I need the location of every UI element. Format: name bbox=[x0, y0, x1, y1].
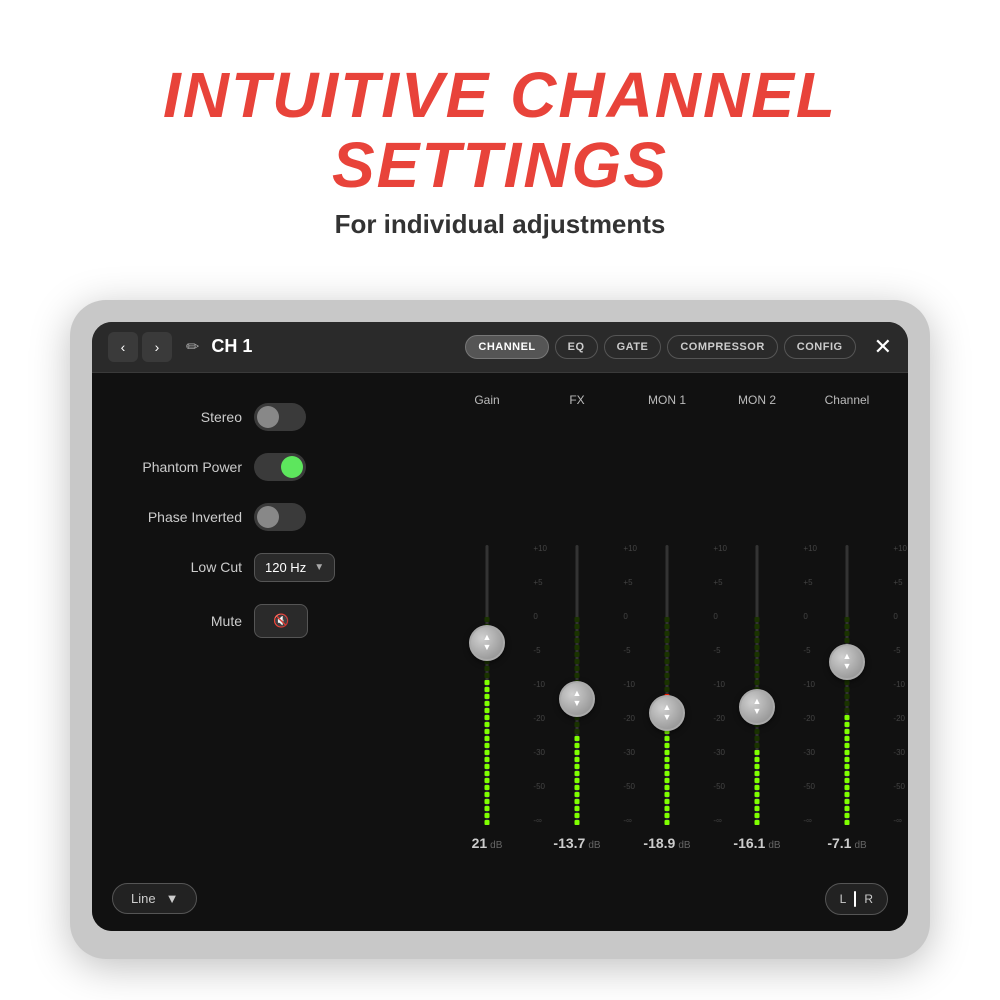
channel-name-label: CH 1 bbox=[211, 336, 455, 357]
left-panel: Stereo Phantom Power Phase Inverted bbox=[112, 393, 422, 853]
phantom-label: Phantom Power bbox=[112, 459, 242, 475]
faders-panel: Gain FX MON 1 MON 2 Channel +10+50-5-10-… bbox=[442, 393, 892, 853]
mute-button[interactable]: 🔇 bbox=[254, 604, 308, 638]
db-unit-1: dB bbox=[588, 840, 600, 851]
fader-col-2: +10+50-5-10-20-30-50-∞▲▼ bbox=[627, 545, 707, 825]
main-content: Stereo Phantom Power Phase Inverted bbox=[92, 373, 908, 873]
fader-label-fx: FX bbox=[537, 393, 617, 407]
line-label: Line bbox=[131, 891, 156, 906]
close-button[interactable]: ✕ bbox=[874, 334, 892, 360]
db-value-0: 21 bbox=[472, 835, 488, 851]
device-screen: ‹ › ✏ CH 1 CHANNEL EQ GATE COMPRESSOR CO… bbox=[92, 322, 908, 931]
fader-db-row: 21dB-13.7dB-18.9dB-16.1dB-7.1dB bbox=[442, 835, 892, 853]
db-unit-4: dB bbox=[854, 840, 866, 851]
fader-knob-2[interactable]: ▲▼ bbox=[649, 695, 685, 731]
fader-label-mon1: MON 1 bbox=[627, 393, 707, 407]
fader-col-0: +10+50-5-10-20-30-50-∞▲▼ bbox=[447, 545, 527, 825]
fader-label-mon2: MON 2 bbox=[717, 393, 797, 407]
faders-row: +10+50-5-10-20-30-50-∞▲▼+10+50-5-10-20-3… bbox=[442, 415, 892, 825]
page-header: INTUITIVE CHANNEL SETTINGS For individua… bbox=[0, 60, 1000, 240]
mute-icon: 🔇 bbox=[273, 613, 289, 629]
pan-line bbox=[854, 891, 856, 907]
pan-control[interactable]: L R bbox=[825, 883, 888, 915]
tab-compressor[interactable]: COMPRESSOR bbox=[667, 335, 777, 359]
back-button[interactable]: ‹ bbox=[108, 332, 138, 362]
fader-label-gain: Gain bbox=[447, 393, 527, 407]
line-dropdown-arrow-icon: ▼ bbox=[166, 891, 179, 906]
db-value-2: -18.9 bbox=[643, 835, 675, 851]
tab-group: CHANNEL EQ GATE COMPRESSOR CONFIG bbox=[465, 335, 855, 359]
fader-col-3: +10+50-5-10-20-30-50-∞▲▼ bbox=[717, 545, 797, 825]
fader-knob-0[interactable]: ▲▼ bbox=[469, 625, 505, 661]
fader-knob-4[interactable]: ▲▼ bbox=[829, 644, 865, 680]
db-value-4: -7.1 bbox=[827, 835, 851, 851]
db-col-1: -13.7dB bbox=[537, 835, 617, 853]
mute-control-row: Mute 🔇 bbox=[112, 604, 422, 638]
led-meter-1 bbox=[575, 617, 580, 825]
edit-icon[interactable]: ✏ bbox=[186, 337, 199, 357]
stereo-toggle[interactable] bbox=[254, 403, 306, 431]
db-value-1: -13.7 bbox=[553, 835, 585, 851]
db-col-4: -7.1dB bbox=[807, 835, 887, 853]
line-selector[interactable]: Line ▼ bbox=[112, 883, 197, 914]
fader-col-4: +10+50-5-10-20-30-50-∞▲▼ bbox=[807, 545, 887, 825]
db-unit-0: dB bbox=[490, 840, 502, 851]
tab-channel[interactable]: CHANNEL bbox=[465, 335, 548, 359]
fader-knob-3[interactable]: ▲▼ bbox=[739, 689, 775, 725]
tab-gate[interactable]: GATE bbox=[604, 335, 662, 359]
nav-bar: ‹ › ✏ CH 1 CHANNEL EQ GATE COMPRESSOR CO… bbox=[92, 322, 908, 373]
fader-knob-1[interactable]: ▲▼ bbox=[559, 681, 595, 717]
tab-config[interactable]: CONFIG bbox=[784, 335, 856, 359]
scale-markings-4: +10+50-5-10-20-30-50-∞ bbox=[893, 545, 907, 825]
phase-control-row: Phase Inverted bbox=[112, 503, 422, 531]
subtitle: For individual adjustments bbox=[0, 209, 1000, 240]
low-cut-value: 120 Hz bbox=[265, 560, 306, 575]
forward-button[interactable]: › bbox=[142, 332, 172, 362]
device-wrapper: ‹ › ✏ CH 1 CHANNEL EQ GATE COMPRESSOR CO… bbox=[70, 300, 930, 959]
bottom-bar: Line ▼ L R bbox=[92, 873, 908, 931]
fader-label-channel: Channel bbox=[807, 393, 887, 407]
phantom-control-row: Phantom Power bbox=[112, 453, 422, 481]
db-col-2: -18.9dB bbox=[627, 835, 707, 853]
low-cut-dropdown[interactable]: 120 Hz ▼ bbox=[254, 553, 335, 582]
tab-eq[interactable]: EQ bbox=[555, 335, 598, 359]
stereo-control-row: Stereo bbox=[112, 403, 422, 431]
mute-label: Mute bbox=[112, 613, 242, 629]
db-unit-3: dB bbox=[768, 840, 780, 851]
nav-arrows: ‹ › bbox=[108, 332, 172, 362]
db-value-3: -16.1 bbox=[733, 835, 765, 851]
phase-toggle[interactable] bbox=[254, 503, 306, 531]
phase-label: Phase Inverted bbox=[112, 509, 242, 525]
pan-left-label: L bbox=[840, 892, 847, 906]
fader-labels-row: Gain FX MON 1 MON 2 Channel bbox=[442, 393, 892, 407]
low-cut-label: Low Cut bbox=[112, 559, 242, 575]
phantom-toggle[interactable] bbox=[254, 453, 306, 481]
fader-col-1: +10+50-5-10-20-30-50-∞▲▼ bbox=[537, 545, 617, 825]
db-col-0: 21dB bbox=[447, 835, 527, 853]
main-title: INTUITIVE CHANNEL SETTINGS bbox=[0, 60, 1000, 201]
db-col-3: -16.1dB bbox=[717, 835, 797, 853]
dropdown-arrow-icon: ▼ bbox=[314, 562, 324, 573]
stereo-label: Stereo bbox=[112, 409, 242, 425]
db-unit-2: dB bbox=[678, 840, 690, 851]
pan-right-label: R bbox=[864, 892, 873, 906]
low-cut-control-row: Low Cut 120 Hz ▼ bbox=[112, 553, 422, 582]
